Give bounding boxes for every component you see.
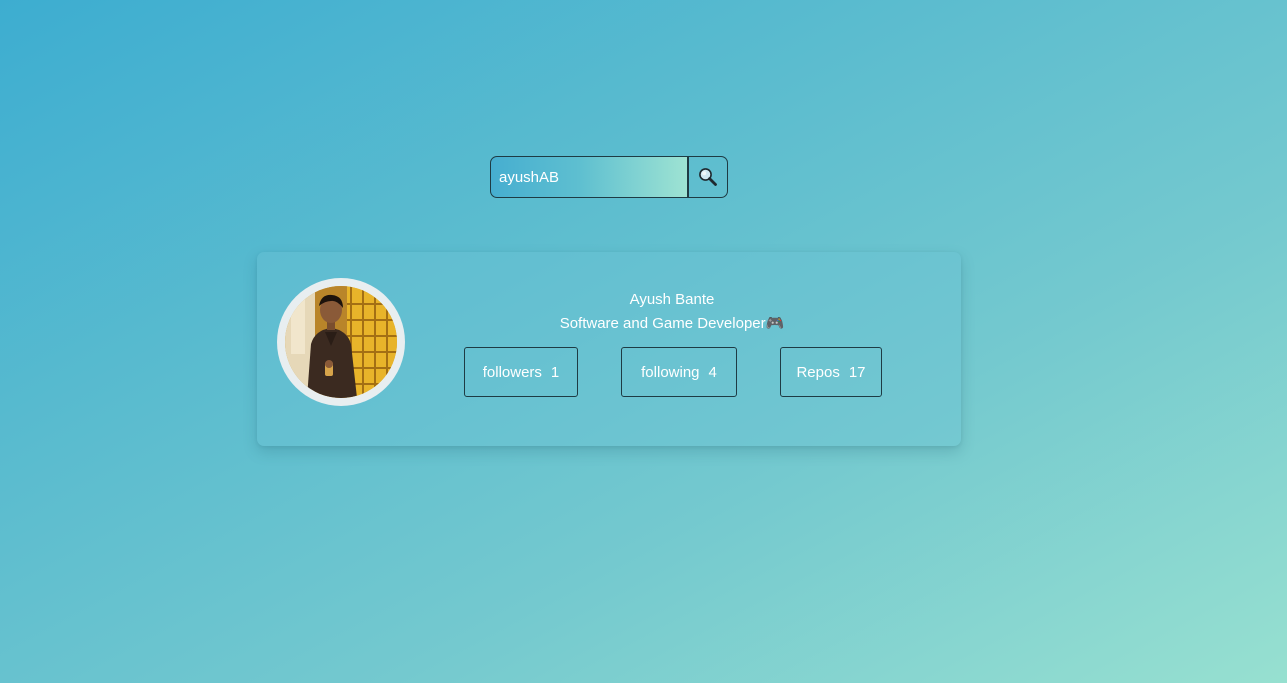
avatar-frame bbox=[277, 278, 405, 406]
avatar bbox=[285, 286, 397, 398]
followers-count: 1 bbox=[550, 363, 560, 381]
search-icon bbox=[699, 168, 717, 186]
search-button[interactable] bbox=[689, 156, 728, 198]
following-label: following bbox=[641, 363, 700, 381]
profile-card: Ayush Bante Software and Game Developer🎮… bbox=[257, 252, 961, 446]
user-bio: Software and Game Developer🎮 bbox=[559, 315, 785, 332]
following-stat: following 4 bbox=[621, 347, 737, 397]
followers-stat: followers 1 bbox=[464, 347, 578, 397]
search-bar bbox=[490, 156, 728, 198]
following-count: 4 bbox=[708, 363, 717, 381]
repos-count: 17 bbox=[848, 363, 866, 381]
username-search-input[interactable] bbox=[490, 156, 689, 198]
user-name: Ayush Bante bbox=[629, 291, 715, 308]
followers-label: followers bbox=[482, 363, 542, 381]
repos-label: Repos bbox=[796, 363, 840, 381]
repos-stat: Repos 17 bbox=[780, 347, 882, 397]
